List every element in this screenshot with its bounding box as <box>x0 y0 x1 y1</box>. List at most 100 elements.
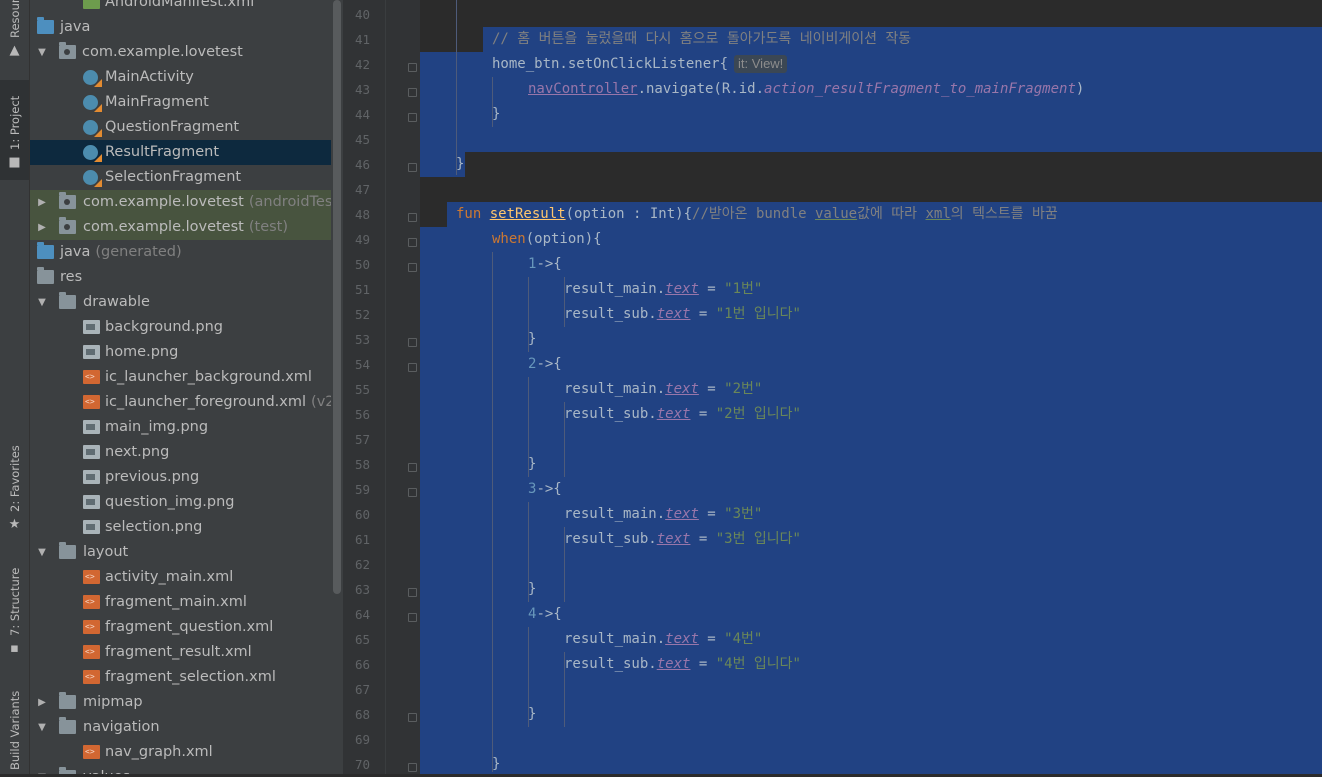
tree-item[interactable]: ic_launcher_foreground.xml(v24) <box>30 390 343 415</box>
tree-item[interactable]: fragment_main.xml <box>30 590 343 615</box>
fold-marker-icon[interactable] <box>408 88 417 97</box>
package-icon <box>59 42 76 59</box>
tree-item[interactable]: fragment_selection.xml <box>30 665 343 690</box>
fold-marker-icon[interactable] <box>408 63 417 72</box>
fold-marker-icon[interactable] <box>408 713 417 722</box>
tree-item[interactable]: ▶ com.example.lovetest (test) <box>30 215 343 240</box>
tree-item[interactable]: ▼ layout <box>30 540 343 565</box>
tree-item[interactable]: previous.png <box>30 465 343 490</box>
tree-item[interactable]: home.png <box>30 340 343 365</box>
fold-marker-icon[interactable] <box>408 763 417 772</box>
expand-arrow-icon[interactable]: ▼ <box>36 290 48 315</box>
tree-item[interactable]: java <box>30 15 343 40</box>
image-file-icon <box>83 495 100 509</box>
tree-item[interactable]: main_img.png <box>30 415 343 440</box>
code-editor[interactable]: // 홈 버튼을 눌렀을때 다시 홈으로 돌아가도록 네이비게이션 작동 home… <box>420 0 1322 774</box>
tree-item[interactable]: question_img.png <box>30 490 343 515</box>
code-line: // 홈 버튼을 눌렀을때 다시 홈으로 돌아가도록 네이비게이션 작동 <box>492 27 911 52</box>
tree-item[interactable]: MainActivity <box>30 65 343 90</box>
code-token: = <box>698 506 725 522</box>
tree-item-text: com.example.lovetest (androidTest) <box>83 190 343 215</box>
tree-item[interactable]: ic_launcher_background.xml <box>30 365 343 390</box>
folder-icon: ■ <box>8 155 21 170</box>
image-file-icon <box>83 320 100 334</box>
code-token: } <box>528 331 537 347</box>
tree-item[interactable]: ▼ values <box>30 765 343 774</box>
image-file-icon <box>83 420 100 434</box>
code-line: } <box>492 752 500 774</box>
expand-arrow-icon[interactable]: ▼ <box>36 540 48 565</box>
expand-arrow-icon[interactable]: ▼ <box>36 715 48 740</box>
parameter-hint: it: View! <box>734 55 788 73</box>
build-variants-tab[interactable]: Build Variants <box>0 680 29 774</box>
tree-item[interactable]: res <box>30 265 343 290</box>
fold-marker-icon[interactable] <box>408 263 417 272</box>
scrollbar-thumb[interactable] <box>333 0 341 594</box>
tree-item[interactable]: ▶ com.example.lovetest (androidTest) <box>30 190 343 215</box>
code-token: result_sub. <box>564 406 657 422</box>
tree-item[interactable]: AndroidManifest.xml <box>30 0 343 15</box>
tree-item[interactable]: selection.png <box>30 515 343 540</box>
fold-marker-icon[interactable] <box>408 463 417 472</box>
fold-marker-icon[interactable] <box>408 588 417 597</box>
tree-item[interactable]: background.png <box>30 315 343 340</box>
line-number: 61 <box>354 532 370 547</box>
line-number: 63 <box>354 582 370 597</box>
tree-item[interactable]: ▼ com.example.lovetest <box>30 40 343 65</box>
line-number: 65 <box>354 632 370 647</box>
code-token: // 홈 버튼을 눌렀을때 다시 홈으로 돌아가도록 네이비게이션 작동 <box>492 31 912 47</box>
line-number: 57 <box>354 432 370 447</box>
xml-file-icon <box>83 670 100 684</box>
tree-item[interactable]: java (generated) <box>30 240 343 265</box>
tree-item-label: ic_launcher_foreground.xml <box>105 394 307 410</box>
code-token: (option : Int){ <box>565 206 693 222</box>
fold-marker-icon[interactable] <box>408 163 417 172</box>
code-token: "4번 입니다" <box>715 656 801 672</box>
expand-arrow-icon[interactable]: ▼ <box>36 40 48 65</box>
tree-item[interactable]: ResultFragment <box>30 140 343 165</box>
tree-item[interactable]: fragment_question.xml <box>30 615 343 640</box>
collapse-arrow-icon[interactable]: ▶ <box>36 215 48 240</box>
code-token: (option){ <box>525 231 602 247</box>
tree-item[interactable]: SelectionFragment <box>30 165 343 190</box>
fold-marker-icon[interactable] <box>408 613 417 622</box>
folder-icon <box>59 767 76 774</box>
tree-item-label: res <box>60 269 83 285</box>
project-tab[interactable]: 1: Project ■ <box>0 80 29 180</box>
xml-file-icon <box>83 745 100 759</box>
tree-item-label: navigation <box>83 719 160 735</box>
fold-marker-icon[interactable] <box>408 238 417 247</box>
indent-guide <box>456 0 457 175</box>
indent-guide <box>492 252 493 772</box>
fold-marker-icon[interactable] <box>408 338 417 347</box>
fold-marker-icon[interactable] <box>408 113 417 122</box>
project-tree-scrollbar[interactable] <box>331 0 343 774</box>
tree-item[interactable]: activity_main.xml <box>30 565 343 590</box>
tree-item[interactable]: ▼ navigation <box>30 715 343 740</box>
tree-item[interactable]: MainFragment <box>30 90 343 115</box>
xml-file-icon <box>83 620 100 634</box>
collapse-arrow-icon[interactable]: ▶ <box>36 690 48 715</box>
structure-tab[interactable]: 7: Structure ▪ <box>0 560 29 660</box>
fold-marker-icon[interactable] <box>408 213 417 222</box>
tree-item[interactable]: next.png <box>30 440 343 465</box>
tree-item[interactable]: ▶ mipmap <box>30 690 343 715</box>
tree-item[interactable]: nav_graph.xml <box>30 740 343 765</box>
fold-marker-icon[interactable] <box>408 488 417 497</box>
fold-marker-icon[interactable] <box>408 363 417 372</box>
tree-item[interactable]: QuestionFragment <box>30 115 343 140</box>
tree-item[interactable]: fragment_result.xml <box>30 640 343 665</box>
favorites-tab[interactable]: 2: Favorites ★ <box>0 440 29 540</box>
tree-item[interactable]: ▼ drawable <box>30 290 343 315</box>
code-token: setResult <box>489 206 566 222</box>
expand-arrow-icon[interactable]: ▼ <box>36 765 48 774</box>
resource-manager-tab[interactable]: Resource Manager ▲ <box>0 0 29 76</box>
folder-icon <box>59 292 76 309</box>
tree-item-label: background.png <box>105 319 223 335</box>
code-token: } <box>528 581 537 597</box>
collapse-arrow-icon[interactable]: ▶ <box>36 190 48 215</box>
code-token: text <box>656 656 691 672</box>
tree-item-label: ResultFragment <box>105 144 220 160</box>
code-token: ->{ <box>536 256 562 272</box>
tree-item-label: layout <box>83 544 129 560</box>
